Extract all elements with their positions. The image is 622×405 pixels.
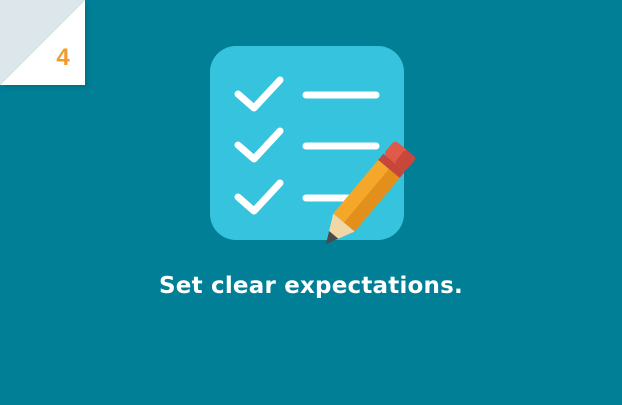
- checklist-with-pencil-icon: [208, 44, 418, 254]
- step-card: 4 Set clear expectations.: [0, 0, 622, 405]
- step-number: 4: [56, 44, 70, 71]
- folded-corner: [0, 0, 85, 85]
- step-caption: Set clear expectations.: [159, 273, 463, 299]
